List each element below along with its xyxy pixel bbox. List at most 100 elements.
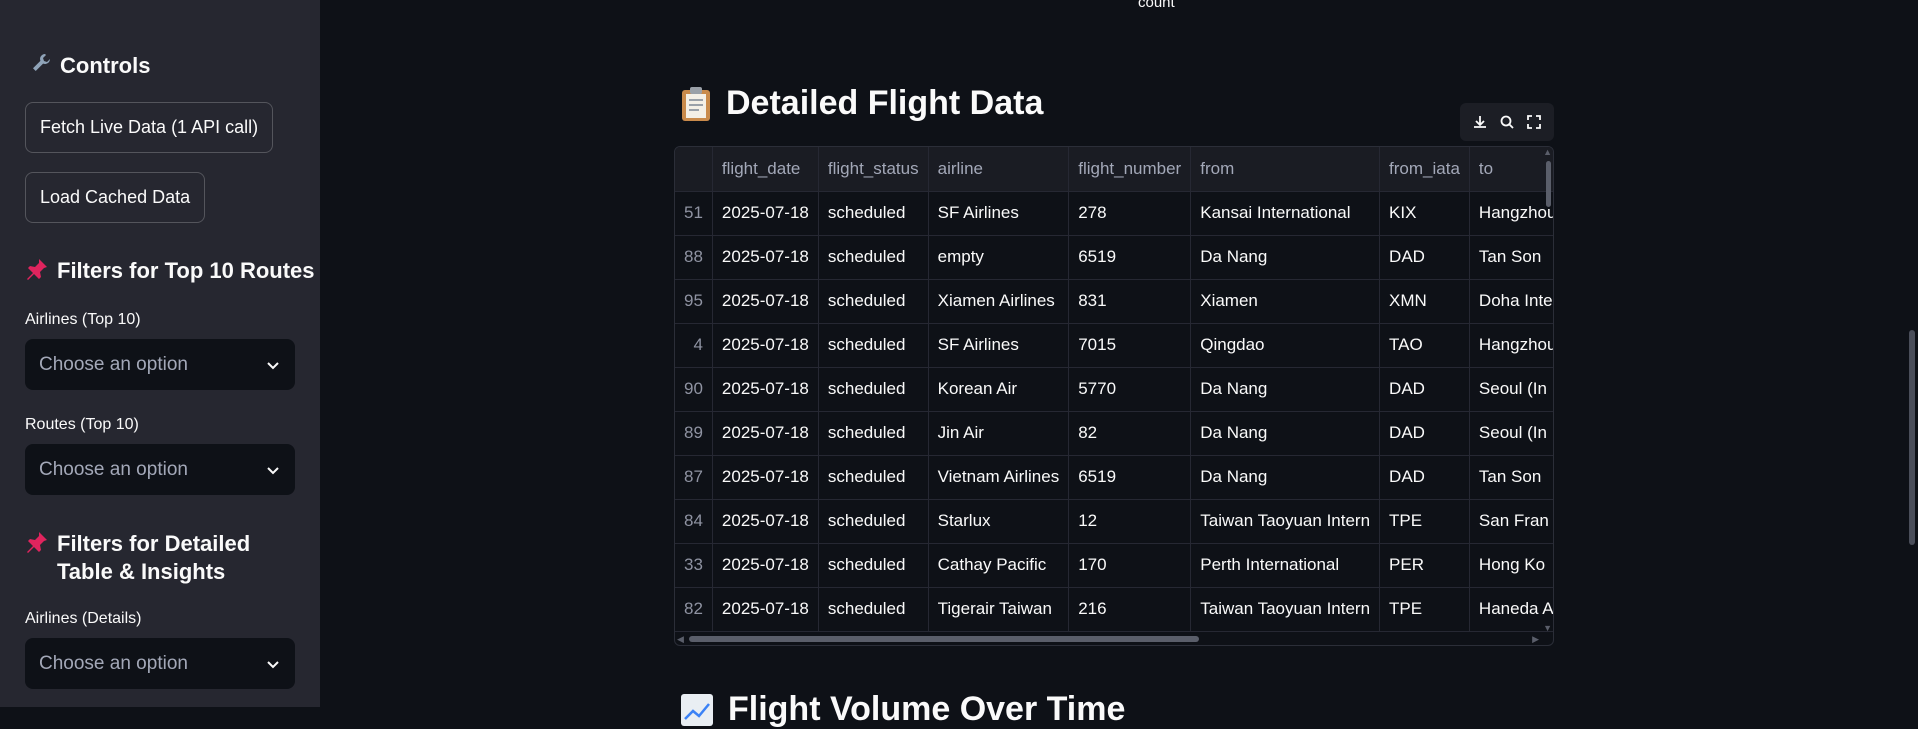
airlines-detail-select[interactable]: Choose an option <box>25 638 295 689</box>
table-row[interactable]: 4 2025-07-18 scheduled SF Airlines 7015 Qingd… <box>675 323 1553 368</box>
table-cell[interactable]: empty <box>928 235 1070 280</box>
table-row[interactable]: 84 2025-07-18 scheduled Starlux 12 Taiwan Tao… <box>675 499 1553 544</box>
table-cell[interactable]: scheduled <box>818 543 929 588</box>
table-cell[interactable]: Hangzhou <box>1469 323 1553 368</box>
table-cell[interactable]: 831 <box>1068 279 1192 324</box>
table-cell[interactable]: 2025-07-18 <box>712 279 819 324</box>
row-index[interactable]: 84 <box>675 499 713 544</box>
table-cell[interactable]: SF Airlines <box>928 191 1070 236</box>
airlines-top-select[interactable]: Choose an option <box>25 339 295 390</box>
table-cell[interactable]: KIX <box>1379 191 1470 236</box>
table-cell[interactable]: Qingdao <box>1190 323 1381 368</box>
load-cached-data-button[interactable]: Load Cached Data <box>25 172 206 223</box>
table-cell[interactable]: Starlux <box>928 499 1070 544</box>
table-cell[interactable]: Taiwan Taoyuan Intern <box>1190 587 1381 632</box>
table-cell[interactable]: scheduled <box>818 367 929 412</box>
table-cell[interactable]: 2025-07-18 <box>712 411 819 456</box>
horizontal-scroll-thumb[interactable] <box>689 636 1199 642</box>
column-header[interactable]: flight_number <box>1068 147 1192 192</box>
row-index[interactable]: 89 <box>675 411 713 456</box>
table-cell[interactable]: TPE <box>1379 499 1470 544</box>
table-cell[interactable]: 12 <box>1068 499 1192 544</box>
table-cell[interactable]: Seoul (In <box>1469 367 1553 412</box>
column-header[interactable]: from_iata <box>1379 147 1470 192</box>
table-cell[interactable]: 2025-07-18 <box>712 323 819 368</box>
column-header[interactable]: from <box>1190 147 1381 192</box>
table-cell[interactable]: 2025-07-18 <box>712 455 819 500</box>
table-cell[interactable]: Vietnam Airlines <box>928 455 1070 500</box>
fullscreen-icon[interactable] <box>1526 114 1542 130</box>
routes-top-select[interactable]: Choose an option <box>25 444 295 495</box>
table-cell[interactable]: Haneda A <box>1469 587 1553 632</box>
table-cell[interactable]: 2025-07-18 <box>712 543 819 588</box>
table-cell[interactable]: Tan Son <box>1469 455 1553 500</box>
table-row[interactable]: 87 2025-07-18 scheduled Vietnam Airlines 651… <box>675 455 1553 500</box>
page-scrollbar[interactable] <box>1904 0 1918 707</box>
table-cell[interactable]: Da Nang <box>1190 455 1381 500</box>
table-cell[interactable]: DAD <box>1379 235 1470 280</box>
table-cell[interactable]: PER <box>1379 543 1470 588</box>
column-header[interactable]: flight_date <box>712 147 819 192</box>
table-cell[interactable]: 6519 <box>1068 455 1192 500</box>
column-header[interactable]: airline <box>928 147 1070 192</box>
table-cell[interactable]: Tigerair Taiwan <box>928 587 1070 632</box>
table-cell[interactable]: DAD <box>1379 455 1470 500</box>
fetch-live-data-button[interactable]: Fetch Live Data (1 API call) <box>25 102 274 153</box>
table-cell[interactable]: 2025-07-18 <box>712 367 819 412</box>
row-index[interactable]: 82 <box>675 587 713 632</box>
table-cell[interactable]: scheduled <box>818 191 929 236</box>
table-cell[interactable]: 2025-07-18 <box>712 587 819 632</box>
row-index[interactable]: 87 <box>675 455 713 500</box>
row-index[interactable]: 33 <box>675 543 713 588</box>
table-row[interactable]: 90 2025-07-18 scheduled Korean Air 5770 Da Na… <box>675 367 1553 412</box>
table-cell[interactable]: 7015 <box>1068 323 1192 368</box>
table-cell[interactable]: Hong Ko <box>1469 543 1553 588</box>
table-cell[interactable]: Cathay Pacific <box>928 543 1070 588</box>
table-cell[interactable]: TPE <box>1379 587 1470 632</box>
table-cell[interactable]: scheduled <box>818 279 929 324</box>
vertical-scroll-thumb[interactable] <box>1546 161 1551 207</box>
column-header[interactable] <box>675 147 713 192</box>
table-cell[interactable]: Da Nang <box>1190 367 1381 412</box>
table-row[interactable]: 82 2025-07-18 scheduled Tigerair Taiwan 216 T… <box>675 587 1553 632</box>
row-index[interactable]: 95 <box>675 279 713 324</box>
row-index[interactable]: 4 <box>675 323 713 368</box>
page-scroll-thumb[interactable] <box>1909 330 1915 545</box>
table-cell[interactable]: 6519 <box>1068 235 1192 280</box>
table-cell[interactable]: Da Nang <box>1190 411 1381 456</box>
table-cell[interactable]: Korean Air <box>928 367 1070 412</box>
table-cell[interactable]: TAO <box>1379 323 1470 368</box>
table-cell[interactable]: scheduled <box>818 499 929 544</box>
table-cell[interactable]: 2025-07-18 <box>712 499 819 544</box>
column-header[interactable]: to <box>1469 147 1553 192</box>
table-cell[interactable]: scheduled <box>818 455 929 500</box>
table-cell[interactable]: 2025-07-18 <box>712 235 819 280</box>
table-row[interactable]: 88 2025-07-18 scheduled empty 6519 Da Nang DAD… <box>675 235 1553 280</box>
table-cell[interactable]: Kansai International <box>1190 191 1381 236</box>
horizontal-scrollbar[interactable]: ◀ ▶ <box>675 631 1553 645</box>
row-index[interactable]: 51 <box>675 191 713 236</box>
table-cell[interactable]: 82 <box>1068 411 1192 456</box>
table-cell[interactable]: 170 <box>1068 543 1192 588</box>
table-cell[interactable]: Taiwan Taoyuan Intern <box>1190 499 1381 544</box>
table-cell[interactable]: DAD <box>1379 411 1470 456</box>
row-index[interactable]: 88 <box>675 235 713 280</box>
table-cell[interactable]: XMN <box>1379 279 1470 324</box>
table-row[interactable]: 33 2025-07-18 scheduled Cathay Pacific 170 Pe… <box>675 543 1553 588</box>
table-cell[interactable]: Jin Air <box>928 411 1070 456</box>
table-cell[interactable]: scheduled <box>818 411 929 456</box>
column-header[interactable]: flight_status <box>818 147 929 192</box>
table-cell[interactable]: scheduled <box>818 587 929 632</box>
download-icon[interactable] <box>1472 114 1488 130</box>
vertical-scrollbar[interactable]: ▲ ▼ <box>1543 147 1553 645</box>
table-cell[interactable]: Seoul (In <box>1469 411 1553 456</box>
table-cell[interactable]: scheduled <box>818 323 929 368</box>
table-cell[interactable]: Doha Inte <box>1469 279 1553 324</box>
table-cell[interactable]: Hangzhou <box>1469 191 1553 236</box>
flight-data-table[interactable]: flight_date flight_status airline flight_nu… <box>674 146 1554 646</box>
table-cell[interactable]: 278 <box>1068 191 1192 236</box>
table-row[interactable]: 95 2025-07-18 scheduled Xiamen Airlines 831 X… <box>675 279 1553 324</box>
table-cell[interactable]: SF Airlines <box>928 323 1070 368</box>
table-cell[interactable]: 5770 <box>1068 367 1192 412</box>
table-cell[interactable]: 2025-07-18 <box>712 191 819 236</box>
